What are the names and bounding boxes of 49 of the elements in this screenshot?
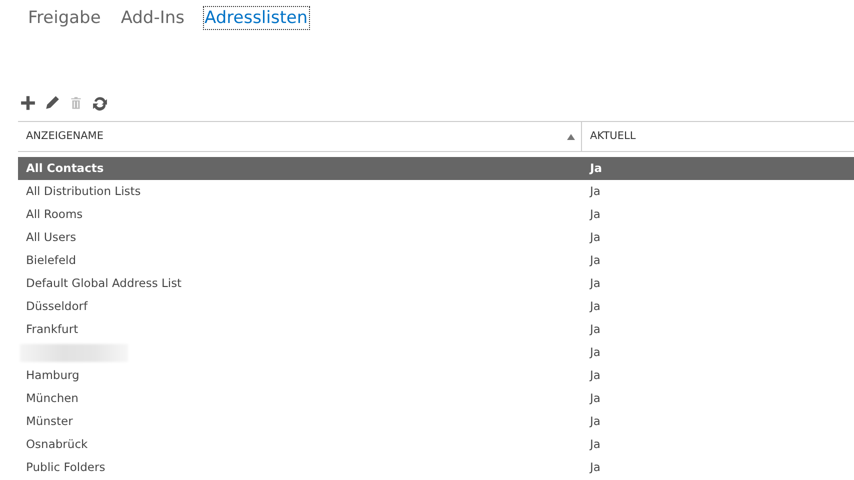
table-cell-text: Ja — [588, 460, 600, 474]
table-cell-text: Default Global Address List — [25, 276, 182, 290]
table-cell-text: Frankfurt — [25, 322, 78, 336]
table-cell-text: Bielefeld — [25, 252, 76, 267]
table-row[interactable]: Hamburg Ja — [18, 364, 854, 388]
table-cell-text: Hamburg — [25, 368, 80, 382]
table-cell-text: Public Folders — [25, 460, 106, 474]
table-cell-text: München — [25, 390, 78, 405]
table-row[interactable]: All Rooms Ja — [18, 203, 854, 226]
table-row[interactable]: All Distribution Lists Ja — [18, 180, 854, 204]
table-row[interactable]: All Users Ja — [18, 226, 854, 250]
column-header[interactable]: ANZEIGENAME — [18, 122, 582, 152]
tab[interactable]: Freigabe — [26, 6, 103, 30]
tab[interactable]: Add-Ins — [118, 6, 187, 30]
table-cell-text: Münster — [25, 414, 73, 428]
table-row[interactable]: Münster Ja — [18, 410, 854, 434]
table-cell-text: Düsseldorf — [25, 298, 88, 313]
add-button[interactable] — [20, 95, 36, 112]
table-cell-text: Ja — [588, 184, 600, 198]
table-cell-text: Ja — [588, 298, 600, 313]
table-cell-text: Ja — [588, 344, 600, 359]
table-cell-text: Ja — [588, 436, 600, 451]
table-row[interactable]: Ja — [18, 341, 854, 364]
table-cell-text: Ja — [588, 390, 600, 405]
table-cell-text: Ja — [588, 160, 602, 175]
table-cell-text: Ja — [588, 252, 600, 267]
table-row[interactable]: Public Folders Ja — [18, 456, 854, 480]
column-header[interactable]: AKTUELL — [582, 122, 854, 152]
table-cell-text: All Users — [25, 230, 76, 244]
table-cell-text: All Distribution Lists — [25, 184, 141, 198]
table-cell-text: Ja — [588, 368, 600, 382]
table-cell-text: All Rooms — [25, 206, 83, 221]
table-row[interactable]: München Ja — [18, 387, 854, 410]
table-cell-text: Ja — [588, 276, 600, 290]
table-cell-text: Ja — [588, 206, 600, 221]
table-cell-text: All Contacts — [25, 160, 104, 175]
table-row[interactable]: Düsseldorf Ja — [18, 295, 854, 318]
table-row[interactable]: All Contacts Ja — [18, 157, 854, 180]
table-row[interactable]: Default Global Address List Ja — [18, 272, 854, 296]
tab[interactable]: Adresslisten — [202, 6, 310, 30]
refresh-button[interactable] — [92, 95, 108, 112]
table-cell-text: Osnabrück — [25, 436, 88, 451]
table-row[interactable]: Osnabrück Ja — [18, 433, 854, 456]
pencil-button[interactable] — [44, 95, 60, 112]
table-cell-text: Ja — [588, 322, 600, 336]
table-row[interactable]: Frankfurt Ja — [18, 318, 854, 342]
table-cell-text: Ja — [588, 414, 600, 428]
table-cell-text: Ja — [588, 230, 600, 244]
table-row[interactable]: Bielefeld Ja — [18, 249, 854, 272]
